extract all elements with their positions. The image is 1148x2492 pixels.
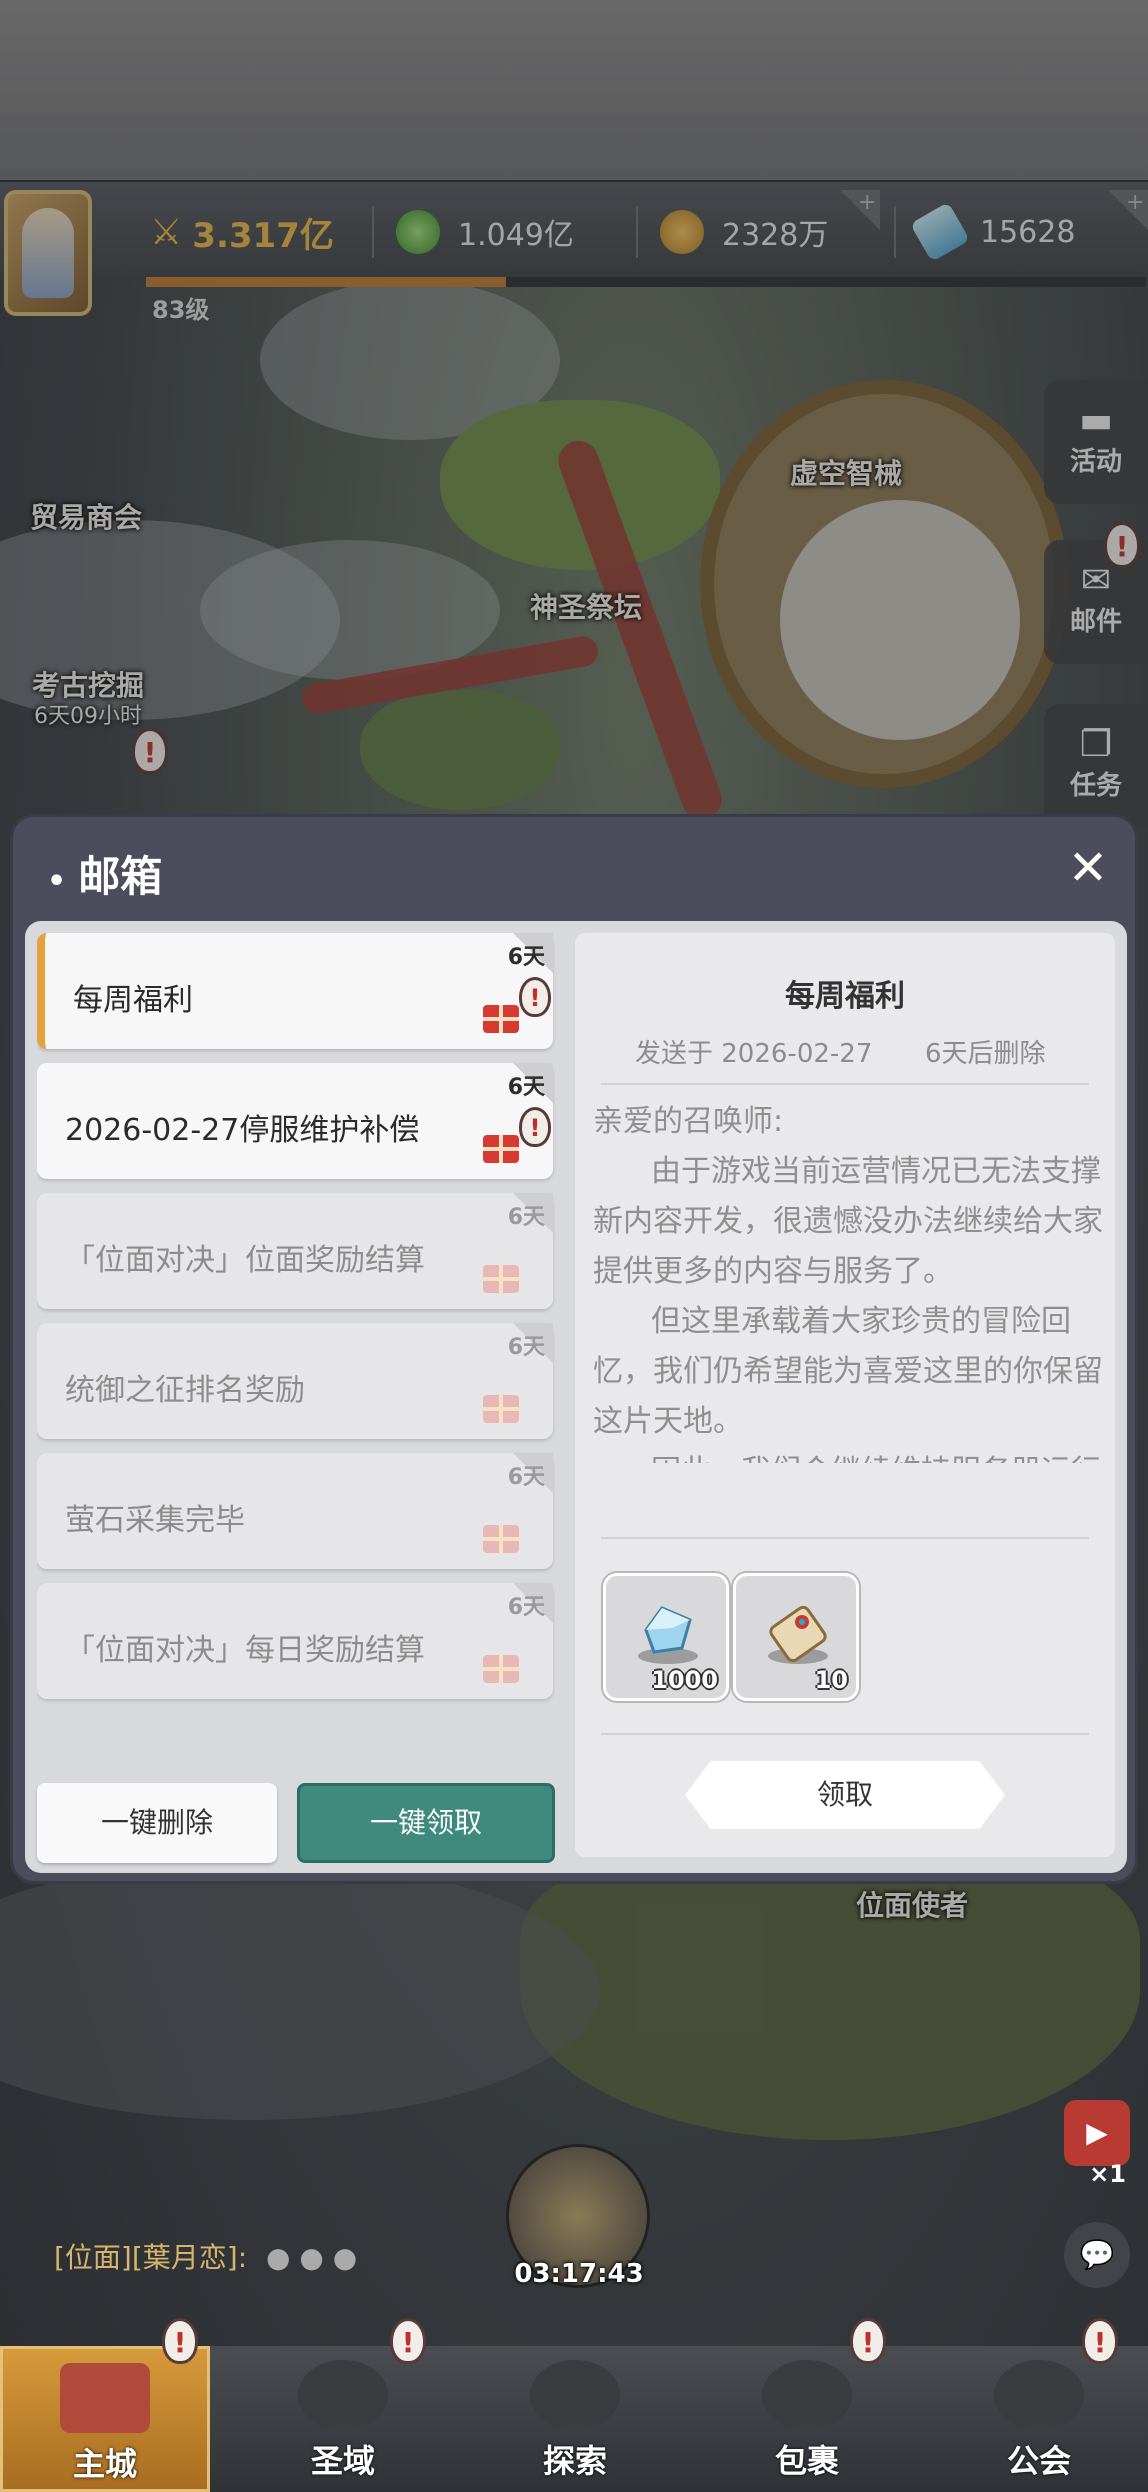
- castle-icon: [60, 2363, 150, 2433]
- reward-item[interactable]: 1000: [603, 1573, 729, 1701]
- mail-item[interactable]: 6天「位面对决」每日奖励结算: [37, 1583, 553, 1699]
- mail-paragraph: 由于游戏当前运营情况已无法支撑新内容开发，很遗憾没办法继续给大家提供更多的内容与…: [593, 1154, 1103, 1289]
- mail-days-left: 6天: [507, 1335, 545, 1360]
- chat-preview[interactable]: [位面][葉月恋]: ● ● ●: [54, 2236, 357, 2276]
- gift-icon: [483, 1005, 519, 1033]
- mail-title: 2026-02-27停服维护补偿: [65, 1113, 420, 1148]
- mailbox-body: 6天 每周福利! 6天 2026-02-27停服维护补偿! 6天 「位面对决」位面奖励结算…: [25, 921, 1127, 1873]
- gift-icon: [483, 1655, 519, 1683]
- gift-icon: [483, 1525, 519, 1553]
- chat-icon[interactable]: 💬: [1064, 2222, 1130, 2288]
- delete-all-button[interactable]: 一键删除: [37, 1783, 277, 1863]
- mail-title: 统御之征排名奖励: [65, 1373, 305, 1408]
- scroll-icon: [768, 1605, 828, 1664]
- mail-paragraph: 因此，我们会继续维持服务器运行(直到无法覆盖服务器成本为止)，: [593, 1447, 1103, 1463]
- nav-explore[interactable]: 探索: [470, 2346, 680, 2492]
- mail-expire-note: 6天后删除: [925, 1039, 1046, 1069]
- gift-icon: [483, 1135, 519, 1163]
- mail-days-left: 6天: [507, 1075, 545, 1100]
- claim-all-button[interactable]: 一键领取: [297, 1783, 555, 1863]
- video-count: ×1: [1089, 2160, 1126, 2188]
- mail-item[interactable]: 6天「位面对决」位面奖励结算: [37, 1193, 553, 1309]
- sword-icon: [530, 2360, 620, 2430]
- gift-icon: [483, 1265, 519, 1293]
- emoji-icon: ● ● ●: [266, 2241, 358, 2274]
- mail-greeting: 亲爱的召唤师:: [593, 1104, 784, 1139]
- mail-title: 萤石采集完毕: [65, 1503, 245, 1538]
- nav-alert-icon: !: [850, 2318, 886, 2364]
- mail-days-left: 6天: [507, 1595, 545, 1620]
- mail-item[interactable]: 6天萤石采集完毕: [37, 1453, 553, 1569]
- mailbox-title: • 邮箱: [47, 852, 163, 901]
- mail-title: 「位面对决」每日奖励结算: [65, 1633, 425, 1668]
- nav-alert-icon: !: [162, 2318, 198, 2364]
- mail-detail-panel: 每周福利 发送于 2026-02-27 6天后删除 亲爱的召唤师: 由于游戏当前…: [575, 933, 1115, 1857]
- mail-paragraph: 但这里承载着大家珍贵的冒险回忆，我们仍希望能为喜爱这里的你保留这片天地。: [593, 1304, 1103, 1439]
- mail-item[interactable]: 6天统御之征排名奖励: [37, 1323, 553, 1439]
- mail-title: 「位面对决」位面奖励结算: [65, 1243, 425, 1278]
- nav-alert-icon: !: [1082, 2318, 1118, 2364]
- reward-item[interactable]: 10: [733, 1573, 859, 1701]
- mail-sent-date: 发送于 2026-02-27: [635, 1039, 873, 1069]
- mail-days-left: 6天: [507, 1465, 545, 1490]
- mail-content[interactable]: 亲爱的召唤师: 由于游戏当前运营情况已无法支撑新内容开发，很遗憾没办法继续给大家…: [593, 1097, 1103, 1463]
- treasure-timer[interactable]: 03:17:43: [506, 2144, 650, 2289]
- gift-icon: [483, 1395, 519, 1423]
- nav-main-city[interactable]: 主城: [0, 2346, 210, 2492]
- crystal-icon: [638, 1606, 698, 1664]
- mail-alert-icon: !: [519, 977, 551, 1017]
- portal-icon: [298, 2360, 388, 2430]
- mail-title: 每周福利: [73, 983, 193, 1018]
- guild-helmet-icon: [994, 2360, 1084, 2430]
- mail-item[interactable]: 6天 2026-02-27停服维护补偿!: [37, 1063, 553, 1179]
- mailbox-modal: • 邮箱 ✕ 6天 每周福利! 6天 2026-02-27停服维护补偿! 6天 「位面对决」…: [10, 814, 1138, 1884]
- mail-list[interactable]: 6天 每周福利! 6天 2026-02-27停服维护补偿! 6天 「位面对决」位面奖励结算…: [37, 933, 557, 1743]
- bag-icon: [762, 2360, 852, 2430]
- mail-detail-title: 每周福利: [785, 979, 905, 1014]
- nav-bag[interactable]: 包裹: [702, 2346, 912, 2492]
- mail-days-left: 6天: [507, 945, 545, 970]
- reward-count: 1000: [651, 1666, 718, 1694]
- mail-alert-icon: !: [519, 1107, 551, 1147]
- claim-button[interactable]: 领取: [685, 1761, 1005, 1829]
- video-reward-button[interactable]: ▶: [1064, 2100, 1130, 2166]
- reward-count: 10: [814, 1666, 848, 1694]
- mail-item[interactable]: 6天每周福利!: [37, 933, 553, 1049]
- nav-sanctuary[interactable]: 圣域: [238, 2346, 448, 2492]
- nav-alert-icon: !: [390, 2318, 426, 2364]
- close-icon[interactable]: ✕: [1063, 843, 1113, 893]
- mail-days-left: 6天: [507, 1205, 545, 1230]
- nav-guild[interactable]: 公会: [934, 2346, 1144, 2492]
